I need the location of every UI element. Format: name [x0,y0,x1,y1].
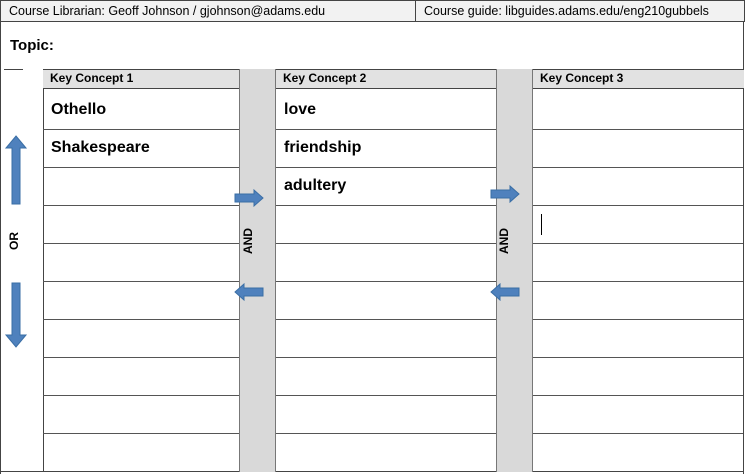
concept-1-term-cell[interactable] [43,434,239,472]
concept-1-term-cell[interactable] [43,282,239,320]
arrow-left-icon [234,282,264,302]
concept-2-term-cell[interactable] [276,320,496,358]
column-header-1: Key Concept 1 [43,69,239,89]
term-text: adultery [284,177,347,194]
arrow-down-icon [4,281,28,349]
term-text: love [284,101,317,118]
concept-2-term-cell[interactable]: friendship [276,130,496,168]
concept-2-term-cell[interactable] [276,244,496,282]
header-divider [415,0,416,22]
concept-3-term-cell[interactable] [533,168,743,206]
frame-top-segment [4,69,23,70]
concept-1-term-cell[interactable] [43,168,239,206]
concept-1-term-cell[interactable]: Othello [43,92,239,130]
concept-3-term-cell[interactable] [533,282,743,320]
arrow-right-icon [234,188,264,208]
concept-1-term-cell[interactable] [43,320,239,358]
concept-1-term-cell[interactable] [43,206,239,244]
text-cursor [541,214,542,235]
concept-3-term-cell[interactable] [533,244,743,282]
or-label: OR [7,232,21,250]
frame-left-line [0,22,1,474]
concept-2-term-cell[interactable] [276,206,496,244]
concept-3-term-cell[interactable] [533,358,743,396]
concept-1-term-cell[interactable] [43,244,239,282]
concept-column-3 [533,92,743,472]
term-text: Othello [51,101,107,118]
concept-2-term-cell[interactable] [276,434,496,472]
term-text: friendship [284,139,362,156]
concept-3-term-cell[interactable] [533,320,743,358]
and-label-1: AND [241,228,255,254]
and-label-2: AND [497,228,511,254]
concept-2-term-cell[interactable]: love [276,92,496,130]
topic-input[interactable] [70,30,730,60]
arrow-up-icon [4,134,28,206]
concept-3-term-cell[interactable] [533,396,743,434]
concept-3-term-cell[interactable] [533,434,743,472]
concept-1-term-cell[interactable] [43,358,239,396]
and-band-1 [239,69,276,472]
frame-right-line [743,22,744,474]
concept-column-1: Othello Shakespeare [43,92,239,472]
column-header-3: Key Concept 3 [533,69,744,89]
term-text: Shakespeare [51,139,150,156]
concept-1-term-cell[interactable]: Shakespeare [43,130,239,168]
concept-3-term-cell[interactable] [533,206,743,244]
arrow-right-icon [490,184,520,204]
concept-2-term-cell[interactable]: adultery [276,168,496,206]
topic-label: Topic: [10,37,54,54]
concept-1-term-cell[interactable] [43,396,239,434]
concept-2-term-cell[interactable] [276,282,496,320]
arrow-left-icon [490,282,520,302]
column-header-2: Key Concept 2 [276,69,496,89]
concept-column-2: love friendship adultery [276,92,496,472]
concept-3-term-cell[interactable] [533,92,743,130]
concept-2-term-cell[interactable] [276,396,496,434]
concept-2-term-cell[interactable] [276,358,496,396]
course-librarian-text: Course Librarian: Geoff Johnson / gjohns… [9,4,326,18]
and-band-2 [496,69,533,472]
course-guide-text: Course guide: libguides.adams.edu/eng210… [424,4,709,18]
concept-3-term-cell[interactable] [533,130,743,168]
